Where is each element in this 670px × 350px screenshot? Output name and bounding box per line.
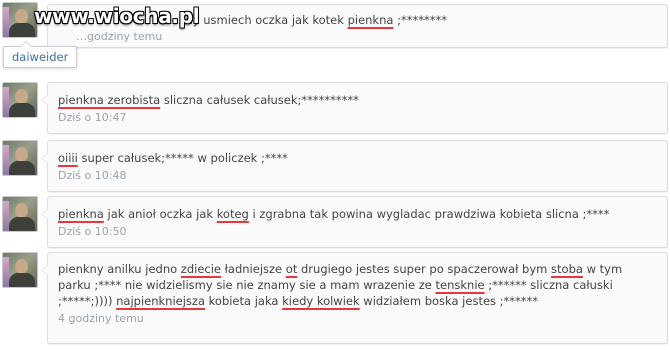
- avatar[interactable]: [2, 196, 38, 232]
- avatar[interactable]: [2, 82, 38, 118]
- underlined-word: kiedy kolwiek: [282, 294, 360, 308]
- underlined-word: ot: [285, 262, 298, 276]
- comment-time[interactable]: …godziny temu: [58, 30, 657, 43]
- underlined-word: zdiecie: [180, 262, 221, 276]
- comment-text: pienkny anilku jedno zdiecie ładniejsze …: [58, 262, 623, 308]
- comment-time[interactable]: 4 godziny temu: [58, 312, 657, 325]
- underlined-word: stoba: [551, 262, 583, 276]
- comment-bubble: pienkna zerobista sliczna całusek całuse…: [41, 82, 668, 134]
- comment-text: pienkna zerobista sliczna całusek całuse…: [58, 93, 359, 107]
- comment-bubble: oiiii super całusek;***** w policzek ;**…: [41, 140, 668, 192]
- comment-time[interactable]: Dziś o 10:48: [58, 169, 657, 182]
- avatar[interactable]: [2, 2, 38, 38]
- underlined-word: koteg: [216, 207, 249, 221]
- comment-time[interactable]: Dziś o 10:50: [58, 225, 657, 238]
- underlined-word: oiiii: [58, 151, 78, 165]
- comment-bubble: pienkny anilku jedno zdiecie ładniejsze …: [41, 252, 668, 344]
- underlined-word: pienkna zerobista: [58, 93, 161, 107]
- comment-text: pienkna jak anioł oczka jak koteg i zgra…: [58, 207, 610, 221]
- comment-text: oiiii super całusek;***** w policzek ;**…: [58, 151, 288, 165]
- tooltip-username: daiweider: [3, 41, 78, 68]
- underlined-word: pienkna: [58, 207, 104, 221]
- watermark: www.wiocha.pl: [34, 4, 200, 28]
- avatar[interactable]: [2, 252, 38, 288]
- comment-bubble: pienkna jak anioł oczka jak koteg i zgra…: [41, 196, 668, 248]
- comment-time[interactable]: Dziś o 10:47: [58, 111, 657, 124]
- underlined-word: pienkna: [347, 13, 394, 27]
- avatar[interactable]: [2, 140, 38, 176]
- underlined-word: najpienkniejsza: [116, 294, 205, 308]
- underlined-word: tensknie: [435, 278, 485, 292]
